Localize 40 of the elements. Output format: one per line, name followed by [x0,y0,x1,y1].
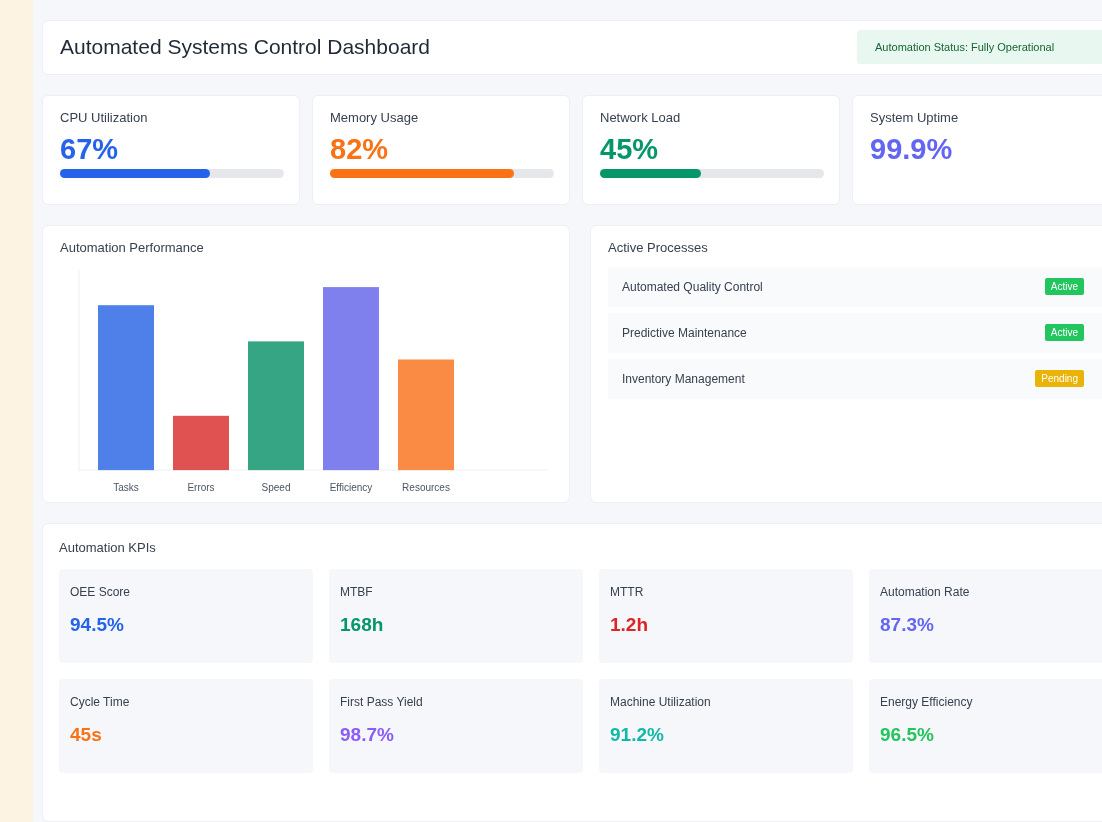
process-name: Automated Quality Control [622,279,763,294]
kpi-label: Cycle Time [70,694,131,709]
kpi-value: 168h [340,613,385,636]
axis-label: Speed [261,481,291,493]
axis-label: Errors [187,481,215,493]
metric-value: 45% [600,132,660,166]
kpi-value: 87.3% [880,613,935,636]
metric-label: Network Load [600,109,682,125]
kpi-value: 98.7% [340,723,395,746]
kpi-value: 96.5% [880,723,935,746]
kpi-value: 91.2% [610,723,665,746]
kpi-label: OEE Score [70,584,132,599]
kpi-label: MTTR [610,584,645,599]
axis-label: Tasks [113,481,139,493]
metric-label: CPU Utilization [60,109,149,125]
dashboard-title: Automated Systems Control Dashboard [60,35,430,60]
section-title: Active Processes [608,239,709,255]
axis-label: Resources [402,481,450,493]
process-name: Inventory Management [622,371,745,386]
metric-value: 99.9% [870,132,954,166]
kpi-label: Energy Efficiency [880,694,974,709]
status-badge: Active [1044,278,1084,296]
axis-label: Efficiency [329,481,373,493]
kpi-label: Automation Rate [880,584,971,599]
kpi-value: 45s [70,723,103,746]
metric-label: System Uptime [870,109,960,125]
section-title: Automation Performance [60,239,205,255]
process-name: Predictive Maintenance [622,325,747,340]
status-badge: Pending [1035,370,1084,388]
kpi-value: 1.2h [610,613,650,636]
kpi-label: First Pass Yield [340,694,424,709]
kpi-label: MTBF [340,584,374,599]
kpi-value: 94.5% [70,613,125,636]
kpi-label: Machine Utilization [610,694,712,709]
status-badge: Active [1044,324,1084,342]
section-title: Automation KPIs [59,539,157,555]
status-banner: Automation Status: Fully Operational [857,30,1102,65]
metric-value: 67% [60,132,120,166]
metric-label: Memory Usage [330,109,420,125]
metric-value: 82% [330,132,390,166]
